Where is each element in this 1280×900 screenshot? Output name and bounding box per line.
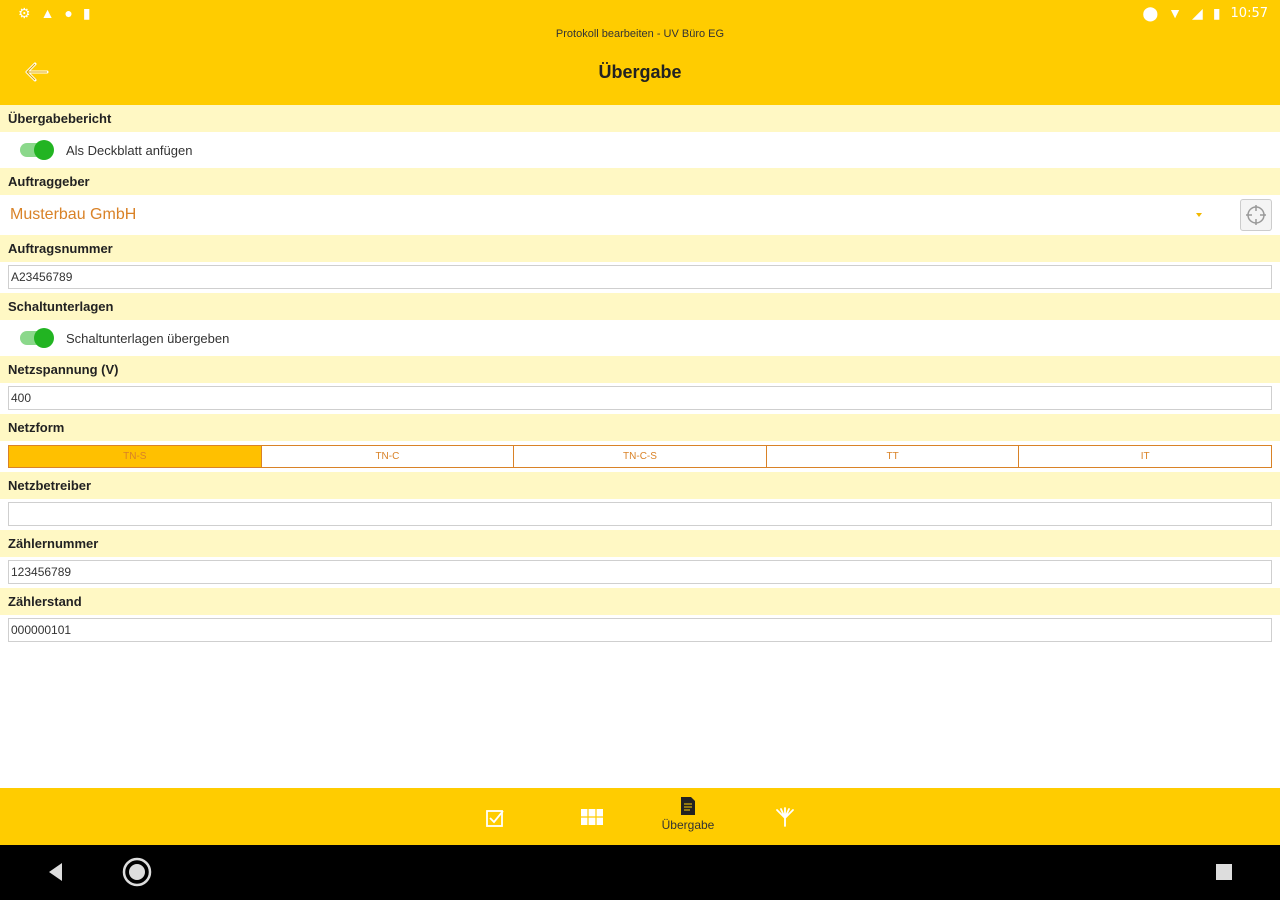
status-bar-right-icons: ⬤ ▼ ◢ ▮ 10:57 bbox=[1143, 5, 1269, 22]
app-subtitle: Protokoll bearbeiten - UV Büro EG bbox=[555, 28, 725, 40]
zaehlernummer-field[interactable] bbox=[8, 560, 1272, 584]
zaehlerstand-field[interactable] bbox=[8, 618, 1272, 642]
auftragsnummer-field[interactable] bbox=[8, 265, 1272, 289]
circle-icon: ● bbox=[64, 5, 73, 21]
auftraggeber-dropdown[interactable]: Musterbau GmbH bbox=[0, 195, 1280, 235]
crosshair-icon bbox=[1246, 205, 1266, 225]
netzform-option-tn-s[interactable]: TN-S bbox=[8, 445, 262, 468]
document-icon bbox=[681, 797, 695, 815]
netzspannung-field[interactable] bbox=[8, 386, 1272, 410]
section-header-auftragsnummer: Auftragsnummer bbox=[0, 235, 1280, 262]
battery-icon: ▮ bbox=[1212, 4, 1221, 21]
netzform-option-tt[interactable]: TT bbox=[766, 445, 1020, 468]
bottom-navigation: Übergabe bbox=[0, 788, 1280, 845]
bottom-nav-checklist[interactable] bbox=[465, 796, 525, 840]
nav-back-icon[interactable] bbox=[44, 860, 68, 884]
auftraggeber-value: Musterbau GmbH bbox=[10, 206, 137, 223]
gear-icon: ⚙ bbox=[18, 4, 31, 21]
sd-card-icon: ▮ bbox=[82, 4, 91, 21]
schaltunterlagen-toggle-row: Schaltunterlagen übergeben bbox=[0, 320, 1280, 356]
form-content: Übergabebericht Als Deckblatt anfügen Au… bbox=[0, 105, 1280, 788]
netzbetreiber-row bbox=[0, 499, 1280, 530]
system-navigation-bar bbox=[0, 845, 1280, 900]
netzform-option-it[interactable]: IT bbox=[1019, 445, 1272, 468]
status-bar: ⚙ ▲ ● ▮ ⬤ ▼ ◢ ▮ 10:57 bbox=[0, 0, 1280, 26]
section-header-auftraggeber: Auftraggeber bbox=[0, 168, 1280, 195]
schaltunterlagen-toggle[interactable] bbox=[20, 328, 54, 348]
warning-icon: ▲ bbox=[40, 5, 55, 21]
nav-home-icon[interactable] bbox=[122, 857, 152, 887]
bottom-nav-table[interactable] bbox=[562, 796, 622, 840]
section-header-schaltunterlagen: Schaltunterlagen bbox=[0, 293, 1280, 320]
bottom-nav-uebergabe[interactable]: Übergabe bbox=[658, 796, 718, 840]
netzform-option-tn-c-s[interactable]: TN-C-S bbox=[514, 445, 767, 468]
dropdown-caret-icon bbox=[1196, 213, 1202, 217]
bottom-nav-uebergabe-label: Übergabe bbox=[661, 818, 715, 832]
section-header-netzbetreiber: Netzbetreiber bbox=[0, 472, 1280, 499]
schaltunterlagen-toggle-label: Schaltunterlagen übergeben bbox=[66, 330, 230, 346]
section-header-zaehlernummer: Zählernummer bbox=[0, 530, 1280, 557]
bottom-nav-signature[interactable] bbox=[755, 796, 815, 840]
clock: 10:57 bbox=[1230, 5, 1268, 21]
table-icon bbox=[581, 809, 603, 825]
wifi-icon: ▼ bbox=[1168, 5, 1183, 21]
section-header-zaehlerstand: Zählerstand bbox=[0, 588, 1280, 615]
zaehlerstand-row bbox=[0, 615, 1280, 646]
deckblatt-toggle-row: Als Deckblatt anfügen bbox=[0, 132, 1280, 168]
signature-icon bbox=[776, 807, 794, 827]
deckblatt-toggle[interactable] bbox=[20, 140, 54, 160]
netzbetreiber-field[interactable] bbox=[8, 502, 1272, 526]
section-header-netzform: Netzform bbox=[0, 414, 1280, 441]
signal-icon: ◢ bbox=[1192, 4, 1203, 21]
zaehlernummer-row bbox=[0, 557, 1280, 588]
auftragsnummer-row bbox=[0, 262, 1280, 293]
app-bar: Protokoll bearbeiten - UV Büro EG Überga… bbox=[0, 26, 1280, 105]
page-title: Übergabe bbox=[598, 62, 682, 82]
netzform-segmented-control: TN-S TN-C TN-C-S TT IT bbox=[0, 441, 1280, 472]
checkbox-icon bbox=[486, 810, 504, 827]
status-bar-left-icons: ⚙ ▲ ● ▮ bbox=[18, 5, 91, 22]
deckblatt-toggle-label: Als Deckblatt anfügen bbox=[66, 142, 193, 158]
netzspannung-row bbox=[0, 383, 1280, 414]
nav-recents-icon[interactable] bbox=[1214, 862, 1234, 882]
location-icon: ⬤ bbox=[1142, 4, 1159, 21]
section-header-netzspannung: Netzspannung (V) bbox=[0, 356, 1280, 383]
netzform-option-tn-c[interactable]: TN-C bbox=[261, 445, 515, 468]
section-header-uebergabebericht: Übergabebericht bbox=[0, 105, 1280, 132]
crosshair-button[interactable] bbox=[1240, 199, 1272, 231]
